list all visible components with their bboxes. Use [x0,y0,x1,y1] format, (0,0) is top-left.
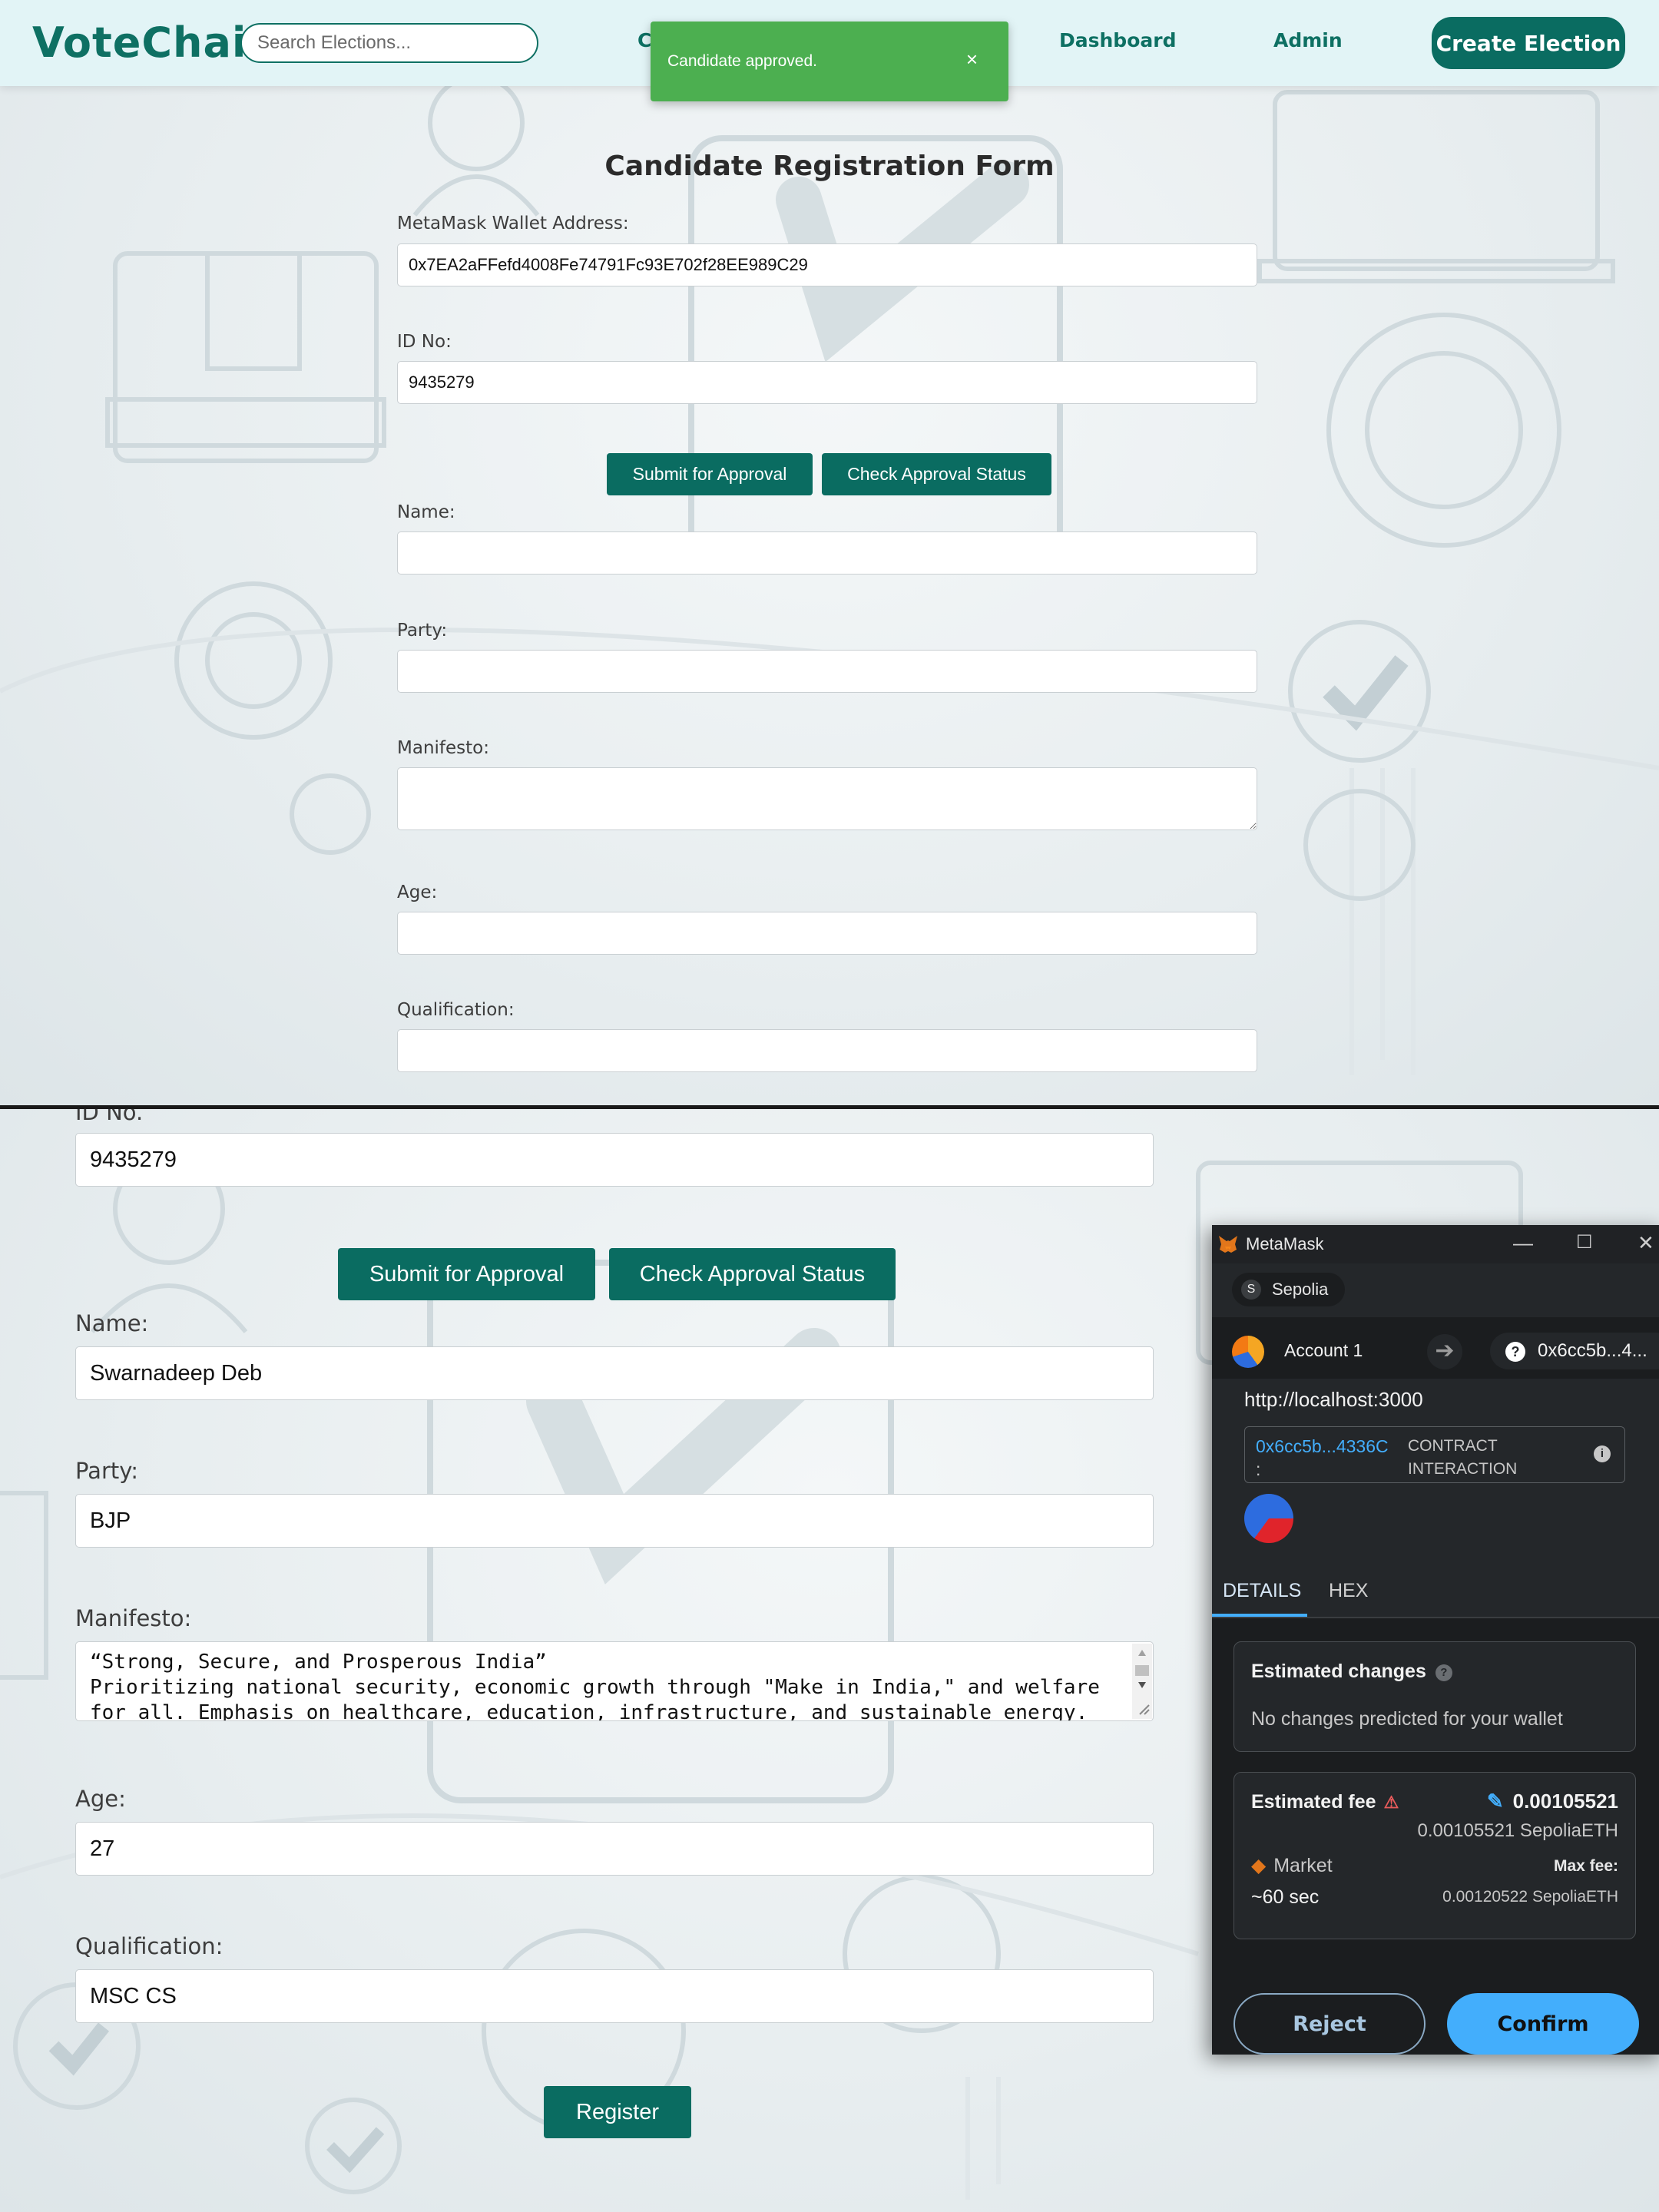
party-field-2[interactable] [75,1494,1154,1548]
market-row[interactable]: ◆ Market [1251,1854,1333,1877]
age-field-2[interactable] [75,1822,1154,1876]
wallet-address-label: MetaMask Wallet Address: [397,214,629,233]
id-number-field-2[interactable] [75,1133,1154,1187]
network-name: Sepolia [1272,1280,1329,1299]
info-icon[interactable]: i [1594,1445,1611,1462]
manifesto-label: Manifesto: [397,738,489,758]
party-label-2: Party: [75,1458,139,1484]
details-tabs: DETAILS HEX [1212,1563,1659,1618]
confirm-button[interactable]: Confirm [1447,1993,1639,2055]
search-input[interactable] [240,23,538,63]
id-number-field[interactable] [397,361,1257,404]
qualification-field[interactable] [397,1029,1257,1072]
estimated-changes-text: No changes predicted for your wallet [1251,1708,1563,1730]
submit-for-approval-button[interactable]: Submit for Approval [607,453,813,495]
name-field-2[interactable] [75,1346,1154,1400]
age-label-2: Age: [75,1786,126,1812]
minimize-icon[interactable]: — [1513,1231,1533,1255]
estimated-fee-heading: Estimated fee ⚠ [1251,1791,1399,1813]
network-selector[interactable]: S Sepolia [1232,1273,1346,1306]
estimated-fee-card: Estimated fee ⚠ ✎ 0.00105521 0.00105521 Se… [1233,1772,1636,1939]
contract-interaction-box: 0x6cc5b...4336C : CONTRACT INTERACTION i [1244,1426,1625,1483]
close-icon[interactable]: ✕ [1637,1231,1654,1255]
metamask-title: MetaMask [1246,1234,1324,1253]
success-toast: Candidate approved. × [651,22,1008,101]
account-row: Account 1 ➔ ? 0x6cc5b...4... [1212,1317,1659,1379]
metamask-fox-icon [1219,1236,1237,1253]
toast-message: Candidate approved. [667,52,817,70]
page-title: Candidate Registration Form [604,151,1055,182]
manifesto-field[interactable] [397,767,1257,830]
reject-button[interactable]: Reject [1233,1993,1426,2055]
check-approval-status-button[interactable]: Check Approval Status [822,453,1051,495]
name-label: Name: [397,502,455,522]
help-icon[interactable]: ? [1435,1664,1452,1681]
recipient-address-text: 0x6cc5b...4... [1538,1340,1647,1361]
tab-hex[interactable]: HEX [1329,1580,1368,1602]
question-icon: ? [1505,1342,1525,1362]
fee-value: 0.00105521 [1512,1790,1618,1813]
metamask-details-body: Estimated changes? No changes predicted … [1212,1618,1659,2055]
account-name: Account 1 [1284,1340,1363,1360]
party-field[interactable] [397,650,1257,693]
register-button[interactable]: Register [544,2086,691,2138]
wallet-address-field[interactable] [397,243,1257,286]
contract-address-suffix: : [1256,1459,1261,1479]
arrow-right-icon: ➔ [1427,1334,1462,1369]
party-label: Party: [397,621,448,641]
fee-eth: 0.00105521 SepoliaETH [1417,1820,1618,1841]
tab-details[interactable]: DETAILS [1223,1580,1301,1602]
maximize-icon[interactable]: ☐ [1576,1231,1593,1253]
estimated-changes-card: Estimated changes? No changes predicted … [1233,1641,1636,1752]
recipient-address[interactable]: ? 0x6cc5b...4... [1490,1333,1659,1369]
manifesto-field-2[interactable]: “Strong, Secure, and Prosperous India” P… [75,1641,1154,1721]
warning-icon: ⚠ [1383,1793,1399,1812]
time-estimate: ~60 sec [1251,1886,1320,1908]
contract-label-line-2: INTERACTION [1408,1460,1518,1478]
name-field[interactable] [397,531,1257,575]
create-election-button[interactable]: Create Election [1432,17,1625,69]
submit-for-approval-button-2[interactable]: Submit for Approval [338,1248,595,1300]
check-approval-status-button-2[interactable]: Check Approval Status [609,1248,896,1300]
nav-link-hidden[interactable]: C [637,29,651,51]
screenshot-divider [0,1105,1659,1109]
network-initial: S [1241,1280,1261,1300]
toast-close-icon[interactable]: × [966,48,978,71]
age-label: Age: [397,882,438,902]
qualification-label: Qualification: [397,1000,515,1020]
edit-fee-icon[interactable]: ✎ [1487,1790,1504,1813]
max-fee-label: Max fee: [1553,1857,1618,1875]
metamask-window: MetaMask — ☐ ✕ S Sepolia Account 1 ➔ ? 0… [1212,1225,1659,2055]
estimated-changes-title: Estimated changes [1251,1661,1426,1682]
age-field[interactable] [397,912,1257,955]
manifesto-scrollbar[interactable] [1132,1644,1152,1719]
id-number-label: ID No: [397,332,452,352]
market-fox-icon: ◆ [1251,1855,1267,1876]
nav-link-dashboard[interactable]: Dashboard [1059,29,1176,51]
site-avatar-icon [1244,1494,1293,1543]
contract-address[interactable]: 0x6cc5b...4336C [1256,1435,1389,1458]
manifesto-label-2: Manifesto: [75,1605,192,1631]
qualification-field-2[interactable] [75,1969,1154,2023]
market-label: Market [1273,1855,1333,1876]
active-tab-indicator [1212,1614,1307,1617]
estimated-changes-heading: Estimated changes? [1251,1661,1452,1683]
metamask-titlebar: MetaMask — ☐ ✕ [1212,1225,1659,1263]
name-label-2: Name: [75,1310,149,1336]
max-fee-value: 0.00120522 SepoliaETH [1442,1888,1618,1906]
account-avatar [1232,1336,1264,1368]
estimated-fee-title: Estimated fee [1251,1791,1376,1813]
fee-value-row: ✎ 0.00105521 [1487,1790,1618,1813]
qualification-label-2: Qualification: [75,1933,224,1959]
contract-label-line-1: CONTRACT [1408,1437,1498,1455]
dapp-origin: http://localhost:3000 [1244,1388,1423,1411]
contract-address-link[interactable]: 0x6cc5b...4336C : [1256,1435,1389,1481]
contract-interaction-label: CONTRACT INTERACTION [1408,1435,1517,1481]
nav-link-admin[interactable]: Admin [1273,29,1343,51]
